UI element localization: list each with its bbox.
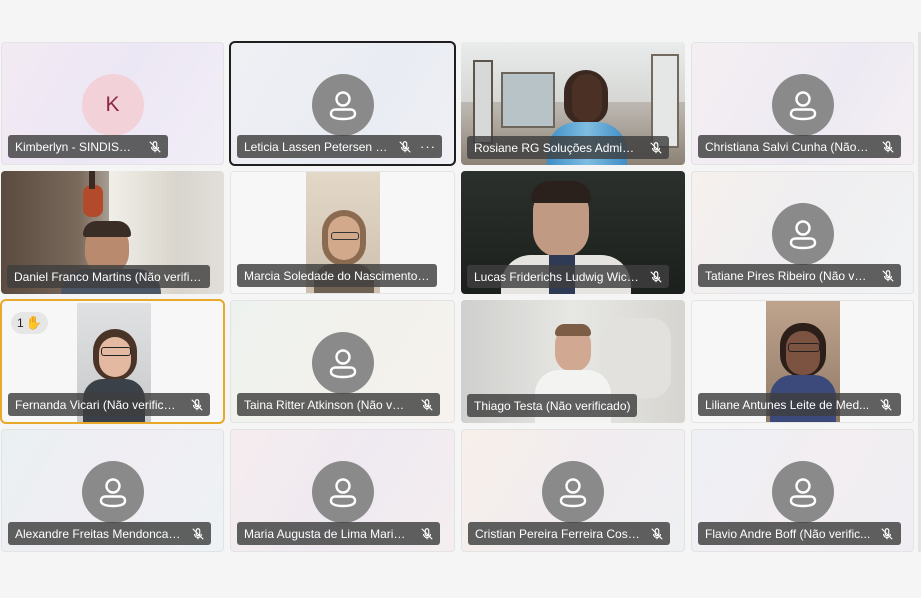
mic-muted-icon [881,527,893,540]
raised-hand-icon: ✋ [25,315,42,330]
avatar [771,461,834,523]
person-icon [789,91,816,121]
person-icon [559,478,587,508]
avatar [771,74,834,136]
mic-muted-icon [192,527,204,540]
avatar [81,461,144,523]
hand-count: 1 [17,316,24,330]
participant-tile[interactable]: 1 ✋ Fernanda Vicari (Não verifica... [0,299,225,424]
participant-name: Maria Augusta de Lima Maria... [244,526,410,541]
participant-name: Daniel Franco Martins (Não verific... [14,269,204,284]
participant-tile[interactable]: K Kimberlyn - SINDISPGE [1,42,224,165]
participant-tile[interactable]: Maria Augusta de Lima Maria... [230,429,455,552]
participant-name-bar: Maria Augusta de Lima Maria... [237,522,440,545]
participant-tile[interactable]: Alexandre Freitas Mendonca (... [1,429,224,552]
mic-muted-icon [650,141,662,154]
participant-name-bar: Leticia Lassen Petersen (... ··· [237,135,442,158]
person-icon [329,91,356,121]
participant-name-bar: Christiana Salvi Cunha (Não v... [698,135,901,158]
person-icon [99,478,126,508]
mic-muted-icon [882,269,894,282]
participant-tile[interactable]: Daniel Franco Martins (Não verific... [1,171,224,294]
participant-name: Alexandre Freitas Mendonca (... [15,526,181,541]
participant-tile[interactable]: Flavio Andre Boff (Não verific... [691,429,914,552]
avatar [771,203,834,265]
avatar-letter: K [105,93,120,116]
avatar [311,74,374,136]
participant-tile[interactable]: Rosiane RG Soluções Adminis... [461,42,685,165]
mic-muted-icon [399,140,411,153]
participant-name: Tatiane Pires Ribeiro (Não ver... [705,268,871,283]
participant-name: Rosiane RG Soluções Adminis... [474,140,639,155]
participant-name-bar: Alexandre Freitas Mendonca (... [8,522,211,545]
raised-hand-badge: 1 ✋ [11,312,48,334]
participant-name-bar: Flavio Andre Boff (Não verific... [698,522,901,545]
participant-name-bar: Liliane Antunes Leite de Med... [698,393,901,416]
participant-tile[interactable]: Liliane Antunes Leite de Med... [691,300,914,423]
video-grid: K Kimberlyn - SINDISPGE Leticia Lassen P… [0,41,914,552]
mic-muted-icon [421,527,433,540]
participant-name-bar: Marcia Soledade do Nascimento (... [237,264,437,287]
participant-name-bar: Tatiane Pires Ribeiro (Não ver... [698,264,901,287]
mic-muted-icon [149,140,161,153]
participant-tile[interactable]: Lucas Friderichs Ludwig Wick... [461,171,685,294]
person-icon [329,349,356,379]
participant-tile[interactable]: Cristian Pereira Ferreira Costa... [461,429,685,552]
person-icon [789,220,816,250]
participant-tile[interactable]: Leticia Lassen Petersen (... ··· [229,41,456,166]
participant-tile[interactable]: Taina Ritter Atkinson (Não ver... [230,300,455,423]
participant-name: Marcia Soledade do Nascimento (... [244,268,431,283]
participant-name-bar: Kimberlyn - SINDISPGE [8,135,168,158]
mic-muted-icon [651,527,663,540]
more-options-button[interactable]: ··· [420,139,436,154]
mic-muted-icon [882,140,894,153]
person-icon [789,478,816,508]
participant-name-bar: Rosiane RG Soluções Adminis... [467,136,669,159]
participant-name: Liliane Antunes Leite de Med... [705,397,870,412]
avatar [542,461,604,523]
participant-name: Christiana Salvi Cunha (Não v... [705,139,871,154]
participant-name-bar: Lucas Friderichs Ludwig Wick... [467,265,669,288]
participant-name: Kimberlyn - SINDISPGE [15,139,138,154]
participant-tile[interactable]: Thiago Testa (Não verificado) [461,300,685,423]
mic-muted-icon [421,398,433,411]
participant-name: Thiago Testa (Não verificado) [474,398,631,413]
participant-name-bar: Fernanda Vicari (Não verifica... [8,393,210,416]
avatar [311,332,374,394]
mic-muted-icon [650,270,662,283]
participant-tile[interactable]: Marcia Soledade do Nascimento (... [230,171,455,294]
participant-tile[interactable]: Tatiane Pires Ribeiro (Não ver... [691,171,914,294]
avatar: K [81,74,144,136]
participant-name-bar: Daniel Franco Martins (Não verific... [7,265,210,288]
participant-name-bar: Thiago Testa (Não verificado) [467,394,637,417]
person-icon [329,478,356,508]
participant-name: Taina Ritter Atkinson (Não ver... [244,397,410,412]
participant-name: Leticia Lassen Petersen (... [244,139,388,154]
participant-name-bar: Cristian Pereira Ferreira Costa... [468,522,670,545]
participant-name: Cristian Pereira Ferreira Costa... [475,526,640,541]
mic-muted-icon [191,398,203,411]
participant-name-bar: Taina Ritter Atkinson (Não ver... [237,393,440,416]
participant-tile[interactable]: Christiana Salvi Cunha (Não v... [691,42,914,165]
avatar [311,461,374,523]
participant-name: Lucas Friderichs Ludwig Wick... [474,269,639,284]
participant-name: Flavio Andre Boff (Não verific... [705,526,871,541]
mic-muted-icon [880,398,892,411]
participant-name: Fernanda Vicari (Não verifica... [15,397,180,412]
